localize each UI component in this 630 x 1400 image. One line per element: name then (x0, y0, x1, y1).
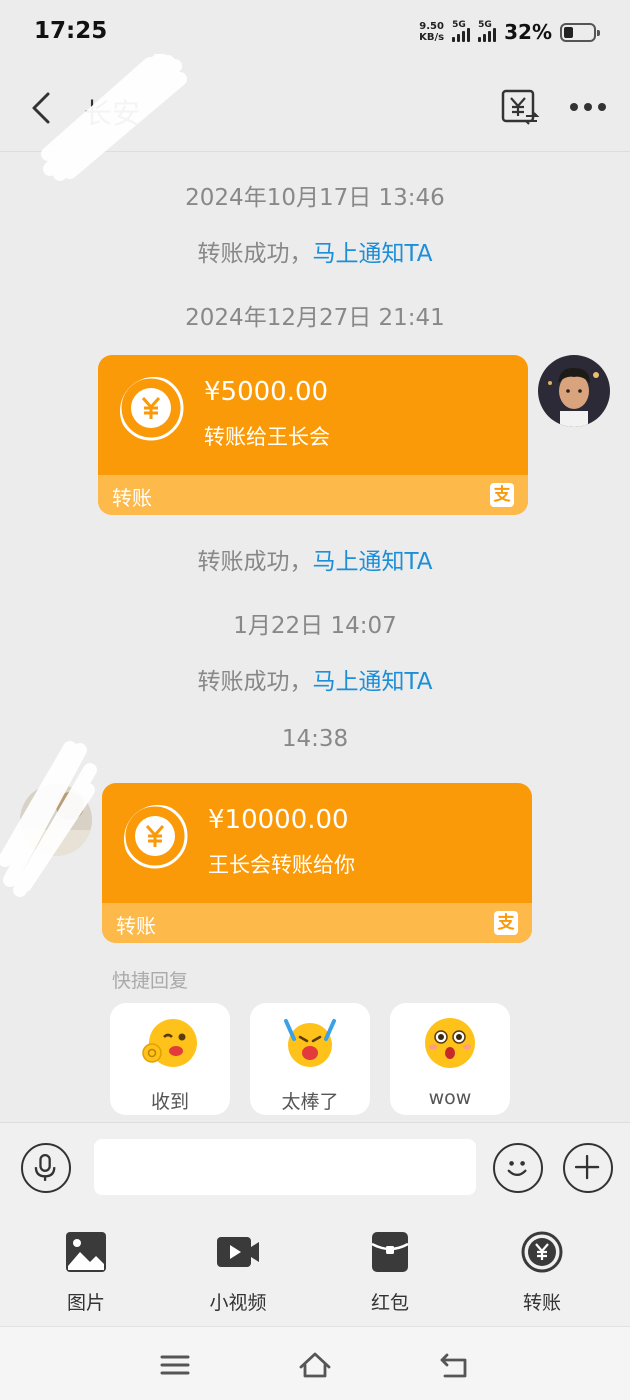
tool-video-button[interactable]: 小视频 (188, 1230, 288, 1315)
redaction-scribble (41, 54, 187, 181)
quick-reply-label: 收到 (150, 1091, 189, 1113)
signal-icon-sim1: 5G (452, 20, 471, 42)
timestamp: 2024年12月27日 21:41 (185, 305, 445, 331)
system-nav-bar (0, 1326, 630, 1400)
timestamp: 2024年10月17日 13:46 (185, 185, 445, 211)
notice-text: 转账成功， (197, 669, 313, 695)
back-nav-icon[interactable] (437, 1347, 473, 1383)
ok-wink-emoji-icon (142, 1019, 197, 1067)
transfer-description: 转账给王长会 (204, 425, 330, 449)
plus-icon[interactable] (563, 1143, 613, 1193)
tool-transfer-button[interactable]: 转账 (492, 1230, 592, 1315)
transfer-icon (521, 1231, 563, 1273)
surprised-emoji-icon (425, 1018, 475, 1068)
network-speed: 9.50 KB/s (419, 21, 444, 43)
quick-reply-item[interactable]: 太棒了 (250, 1003, 370, 1115)
menu-icon[interactable] (157, 1347, 193, 1383)
redaction-scribble (0, 741, 97, 897)
battery-icon (560, 22, 600, 42)
tool-label: 图片 (66, 1292, 105, 1314)
input-bar (0, 1122, 630, 1214)
transfer-description: 王长会转账给你 (208, 853, 355, 877)
net-speed-unit: KB/s (419, 32, 445, 43)
transfer-card-sent[interactable]: ¥5000.00 转账给王长会 转账 支 (98, 355, 528, 515)
video-icon (217, 1237, 259, 1267)
emoji-picker-icon[interactable] (493, 1143, 543, 1193)
sim2-label: 5G (478, 20, 492, 30)
status-indicators: 9.50 KB/s 5G 5G 32% (419, 20, 600, 44)
notice-text: 转账成功， (197, 241, 313, 267)
notice-text: 转账成功， (197, 549, 313, 575)
tool-red-packet-button[interactable]: 红包 (340, 1230, 440, 1315)
transfer-amount: ¥10000.00 (208, 805, 349, 835)
transfer-coin-icon (124, 805, 188, 869)
tool-label: 小视频 (209, 1292, 267, 1314)
alipay-logo-icon: 支 (494, 911, 518, 935)
net-speed-value: 9.50 (419, 21, 444, 32)
quick-reply-label: 太棒了 (281, 1091, 339, 1113)
notify-link[interactable]: 马上通知TA (313, 549, 433, 575)
transfer-label: 转账 (112, 486, 152, 510)
transfer-notice: 转账成功，马上通知TA (0, 662, 630, 696)
alipay-logo-icon: 支 (490, 483, 514, 507)
sim1-label: 5G (452, 20, 466, 30)
tool-image-button[interactable]: 图片 (36, 1230, 136, 1315)
transfer-amount: ¥5000.00 (204, 377, 329, 407)
transfer-notice: 转账成功，马上通知TA (0, 542, 630, 576)
transfer-notice: 转账成功，马上通知TA (0, 234, 630, 268)
more-options-icon[interactable] (566, 92, 610, 122)
signal-icon-sim2: 5G (478, 20, 497, 42)
notify-link[interactable]: 马上通知TA (313, 669, 433, 695)
quick-reply-item[interactable]: 收到 (110, 1003, 230, 1115)
timestamp: 1月22日 14:07 (233, 613, 397, 639)
voice-input-icon[interactable] (21, 1143, 71, 1193)
notify-link[interactable]: 马上通知TA (313, 241, 433, 267)
tool-panel: 图片 小视频 红包 转账 (0, 1214, 630, 1326)
tool-label: 红包 (370, 1292, 409, 1314)
transfer-record-icon[interactable] (500, 88, 540, 128)
cheering-emoji-icon (284, 1019, 336, 1067)
message-input[interactable] (94, 1139, 476, 1195)
tool-label: 转账 (522, 1292, 561, 1314)
battery-percent: 32% (504, 20, 552, 44)
quick-reply-title: 快捷回复 (112, 970, 189, 992)
transfer-label: 转账 (116, 914, 156, 938)
red-packet-icon (371, 1232, 409, 1272)
quick-reply-item[interactable]: wow (390, 1003, 510, 1115)
transfer-coin-icon (120, 377, 184, 441)
home-icon[interactable] (297, 1347, 333, 1383)
image-icon (66, 1232, 106, 1272)
transfer-card-received[interactable]: ¥10000.00 王长会转账给你 转账 支 (102, 783, 532, 943)
status-time: 17:25 (34, 18, 108, 44)
quick-reply-label: wow (428, 1087, 472, 1109)
my-avatar[interactable] (538, 355, 610, 427)
